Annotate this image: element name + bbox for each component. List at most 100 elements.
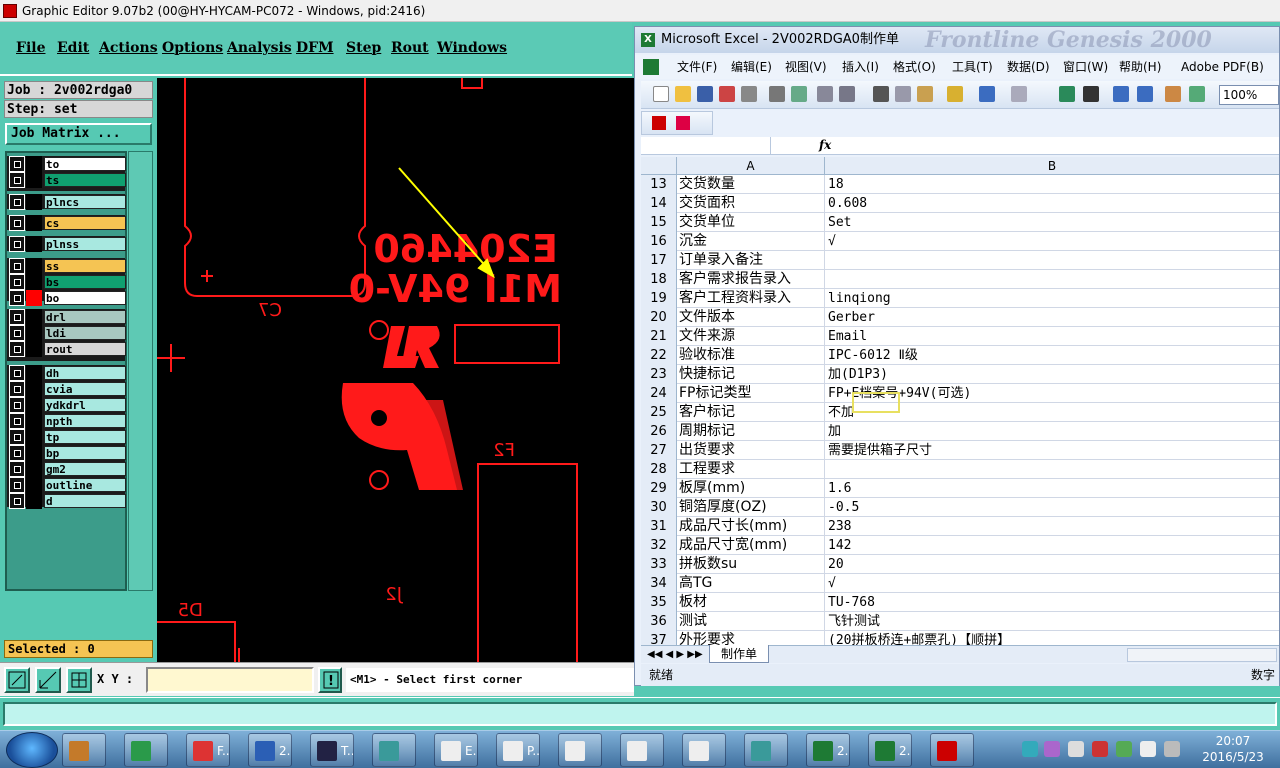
column-b-header[interactable]: B <box>825 157 1279 175</box>
taskbar-app-0[interactable] <box>62 733 106 767</box>
layer-name[interactable]: ydkdrl <box>44 398 126 412</box>
tray-display-icon[interactable] <box>1068 741 1084 757</box>
layer-name[interactable]: npth <box>44 414 126 428</box>
menu-step[interactable]: Step <box>346 40 381 56</box>
layer-row-outline[interactable]: outline <box>9 477 127 493</box>
table-row[interactable]: 19 客户工程资料录入 linqiong <box>641 289 1279 308</box>
cell-b[interactable]: √ <box>825 574 1279 593</box>
cell-b[interactable]: 飞针测试 <box>825 612 1279 631</box>
row-number[interactable]: 16 <box>641 232 677 251</box>
measure-button[interactable] <box>35 667 61 693</box>
tray-network-icon[interactable] <box>1022 741 1038 757</box>
alert-button[interactable]: ! <box>318 667 342 693</box>
table-row[interactable]: 29 板厚(mm) 1.6 <box>641 479 1279 498</box>
row-number[interactable]: 14 <box>641 194 677 213</box>
cell-b[interactable]: Set <box>825 213 1279 232</box>
layer-checkbox[interactable] <box>9 477 25 493</box>
layer-name[interactable]: drl <box>44 310 126 324</box>
xl-menu-view[interactable]: 视图(V) <box>785 55 827 79</box>
menu-dfm[interactable]: DFM <box>296 40 334 56</box>
spelling-icon[interactable] <box>791 86 807 102</box>
row-number[interactable]: 34 <box>641 574 677 593</box>
table-row[interactable]: 30 铜箔厚度(OZ) -0.5 <box>641 498 1279 517</box>
layer-row-ldi[interactable]: ldi <box>9 325 127 341</box>
layer-color-swatch[interactable] <box>26 381 42 397</box>
name-box[interactable] <box>641 137 771 155</box>
table-row[interactable]: 32 成品尺寸宽(mm) 142 <box>641 536 1279 555</box>
table-row[interactable]: 34 高TG √ <box>641 574 1279 593</box>
row-number[interactable]: 29 <box>641 479 677 498</box>
taskbar-app-6[interactable]: E... <box>434 733 478 767</box>
tray-volume-icon[interactable] <box>1140 741 1156 757</box>
layer-checkbox[interactable] <box>9 445 25 461</box>
layer-color-swatch[interactable] <box>26 445 42 461</box>
menu-analysis[interactable]: Analysis <box>227 40 292 56</box>
grid-snap-button[interactable] <box>66 667 92 693</box>
row-number[interactable]: 13 <box>641 175 677 194</box>
layer-checkbox[interactable] <box>9 397 25 413</box>
row-number[interactable]: 22 <box>641 346 677 365</box>
cell-a[interactable]: 订单录入备注 <box>677 251 825 270</box>
cell-a[interactable]: 拼板数su <box>677 555 825 574</box>
table-row[interactable]: 21 文件来源 Email <box>641 327 1279 346</box>
layer-row-plncs[interactable]: plncs <box>9 194 127 210</box>
menu-windows[interactable]: Windows <box>437 40 507 56</box>
layer-row-tp[interactable]: tp <box>9 429 127 445</box>
layer-color-swatch[interactable] <box>26 215 42 231</box>
table-row[interactable]: 25 客户标记 不加 <box>641 403 1279 422</box>
sort-asc-icon[interactable] <box>1113 86 1129 102</box>
layer-row-drl[interactable]: drl <box>9 309 127 325</box>
layer-name[interactable]: ss <box>44 259 126 273</box>
save-icon[interactable] <box>697 86 713 102</box>
taskbar-app-2[interactable]: F... <box>186 733 230 767</box>
cell-a[interactable]: 验收标准 <box>677 346 825 365</box>
fx-icon[interactable]: fx <box>819 138 831 152</box>
table-row[interactable]: 14 交货面积 0.608 <box>641 194 1279 213</box>
horizontal-scrollbar[interactable] <box>1127 648 1277 662</box>
cell-b[interactable]: Email <box>825 327 1279 346</box>
row-number[interactable]: 15 <box>641 213 677 232</box>
xy-input[interactable] <box>146 667 314 693</box>
cut-icon[interactable] <box>873 86 889 102</box>
taskbar-app-9[interactable] <box>620 733 664 767</box>
tray-app2-icon[interactable] <box>1116 741 1132 757</box>
layer-checkbox[interactable] <box>9 365 25 381</box>
copy-icon[interactable] <box>839 86 855 102</box>
cell-a[interactable]: 测试 <box>677 612 825 631</box>
table-row[interactable]: 35 板材 TU-768 <box>641 593 1279 612</box>
column-a-header[interactable]: A <box>677 157 825 175</box>
autosum-icon[interactable] <box>1083 86 1099 102</box>
layer-row-plnss[interactable]: plnss <box>9 236 127 252</box>
layer-name[interactable]: cs <box>44 216 126 230</box>
layer-checkbox[interactable] <box>9 258 25 274</box>
table-row[interactable]: 27 出货要求 需要提供箱子尺寸 <box>641 441 1279 460</box>
job-matrix-button[interactable]: Job Matrix ... <box>5 123 152 145</box>
taskbar-app-10[interactable] <box>682 733 726 767</box>
tab-nav-icon[interactable]: ◀◀ ◀ ▶ ▶▶ <box>647 646 703 664</box>
cell-b[interactable]: 0.608 <box>825 194 1279 213</box>
layer-name[interactable]: bo <box>44 291 126 305</box>
cell-a[interactable]: 铜箔厚度(OZ) <box>677 498 825 517</box>
table-row[interactable]: 37 外形要求 (20拼板桥连+邮票孔)【顺拼】 <box>641 631 1279 645</box>
layer-checkbox[interactable] <box>9 413 25 429</box>
menu-file[interactable]: File <box>16 40 45 56</box>
layer-checkbox[interactable] <box>9 461 25 477</box>
menu-rout[interactable]: Rout <box>391 40 429 56</box>
menu-options[interactable]: Options <box>162 40 223 56</box>
cell-b[interactable] <box>825 251 1279 270</box>
layer-row-dh[interactable]: dh <box>9 365 127 381</box>
layer-name[interactable]: plncs <box>44 195 126 209</box>
cell-a[interactable]: 周期标记 <box>677 422 825 441</box>
layer-row-bp[interactable]: bp <box>9 445 127 461</box>
taskbar-app-12[interactable]: 2... <box>806 733 850 767</box>
layer-color-swatch[interactable] <box>26 461 42 477</box>
xl-menu-tools[interactable]: 工具(T) <box>952 55 993 79</box>
cell-a[interactable]: 板厚(mm) <box>677 479 825 498</box>
open-icon[interactable] <box>675 86 691 102</box>
layer-color-swatch[interactable] <box>26 341 42 357</box>
layer-color-swatch[interactable] <box>26 236 42 252</box>
table-row[interactable]: 36 测试 飞针测试 <box>641 612 1279 631</box>
row-number[interactable]: 28 <box>641 460 677 479</box>
table-row[interactable]: 24 FP标记类型 FP+E档案号+94V(可选) <box>641 384 1279 403</box>
cell-b[interactable] <box>825 460 1279 479</box>
